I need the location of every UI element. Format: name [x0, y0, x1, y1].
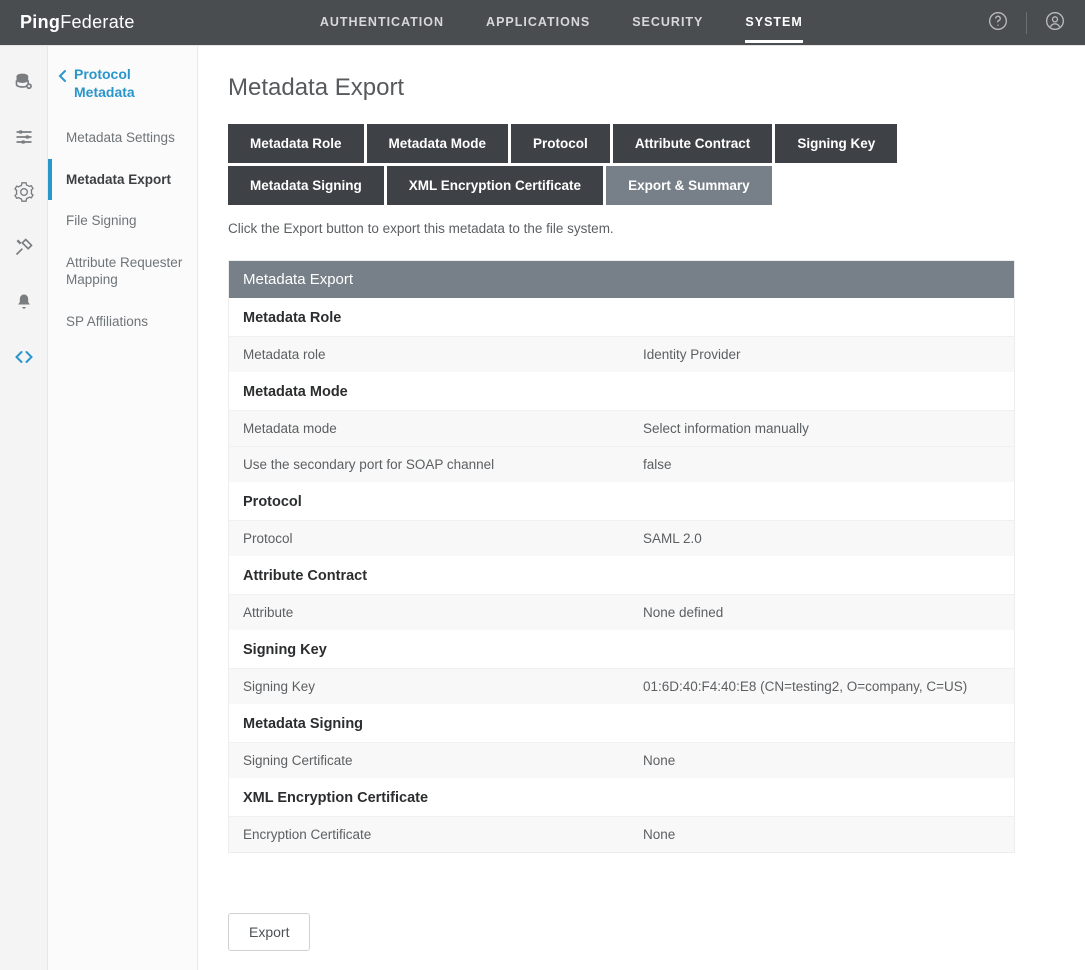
section-head: Metadata Signing	[229, 704, 1014, 742]
section-head: XML Encryption Certificate	[229, 778, 1014, 816]
summary-value: None	[643, 753, 1000, 768]
footer-actions: Export	[228, 913, 1015, 951]
sidebar-item-metadata-settings[interactable]: Metadata Settings	[48, 117, 197, 159]
summary-value: SAML 2.0	[643, 531, 1000, 546]
help-icon[interactable]	[988, 11, 1008, 34]
summary-value: None defined	[643, 605, 1000, 620]
top-bar: PingFederate AUTHENTICATION APPLICATIONS S…	[0, 0, 1085, 45]
brand-logo: PingFederate	[20, 12, 135, 33]
wizard-tab-metadata-mode[interactable]: Metadata Mode	[367, 124, 509, 163]
summary-value: false	[643, 457, 1000, 472]
section-head: Signing Key	[229, 630, 1014, 668]
summary-key: Use the secondary port for SOAP channel	[243, 457, 643, 472]
topnav-item-authentication[interactable]: AUTHENTICATION	[320, 2, 444, 43]
wizard-tab-xml-encryption-certificate[interactable]: XML Encryption Certificate	[387, 166, 603, 205]
summary-row: ProtocolSAML 2.0	[229, 520, 1014, 556]
section-head: Protocol	[229, 482, 1014, 520]
sliders-icon[interactable]	[14, 127, 34, 150]
summary-key: Encryption Certificate	[243, 827, 643, 842]
summary-row: Encryption CertificateNone	[229, 816, 1014, 852]
sidebar-item-sp-affiliations[interactable]: SP Affiliations	[48, 301, 197, 343]
summary-value: None	[643, 827, 1000, 842]
sidebar: Protocol Metadata Metadata SettingsMetad…	[48, 46, 198, 970]
summary-value: 01:6D:40:F4:40:E8 (CN=testing2, O=compan…	[643, 679, 1000, 694]
chevron-left-icon	[58, 69, 68, 83]
wizard-tabs: Metadata RoleMetadata ModeProtocolAttrib…	[228, 124, 1015, 205]
topnav-item-security[interactable]: SECURITY	[632, 2, 703, 43]
export-button[interactable]: Export	[228, 913, 310, 951]
summary-key: Protocol	[243, 531, 643, 546]
summary-row: Use the secondary port for SOAP channelf…	[229, 446, 1014, 482]
summary-row: Signing Key01:6D:40:F4:40:E8 (CN=testing…	[229, 668, 1014, 704]
bell-icon[interactable]	[14, 292, 34, 315]
wizard-tab-protocol[interactable]: Protocol	[511, 124, 610, 163]
top-nav: AUTHENTICATION APPLICATIONS SECURITY SYSTEM	[135, 2, 988, 43]
main-content: Metadata Export Metadata RoleMetadata Mo…	[198, 46, 1085, 970]
top-icons	[988, 11, 1065, 34]
gear-icon[interactable]	[14, 182, 34, 205]
wizard-tab-metadata-role[interactable]: Metadata Role	[228, 124, 364, 163]
instruction-text: Click the Export button to export this m…	[228, 221, 1015, 236]
summary-row: Metadata roleIdentity Provider	[229, 336, 1014, 372]
summary-row: Metadata modeSelect information manually	[229, 410, 1014, 446]
icon-rail	[0, 46, 48, 970]
section-head: Metadata Mode	[229, 372, 1014, 410]
wizard-tab-signing-key[interactable]: Signing Key	[775, 124, 897, 163]
page-title: Metadata Export	[228, 74, 1015, 102]
section-head: Attribute Contract	[229, 556, 1014, 594]
user-icon[interactable]	[1045, 11, 1065, 34]
summary-key: Metadata mode	[243, 421, 643, 436]
breadcrumb-label: Protocol Metadata	[74, 66, 183, 101]
app-body: Protocol Metadata Metadata SettingsMetad…	[0, 45, 1085, 970]
summary-value: Identity Provider	[643, 347, 1000, 362]
summary-row: AttributeNone defined	[229, 594, 1014, 630]
summary-key: Signing Certificate	[243, 753, 643, 768]
wizard-tab-export-summary[interactable]: Export & Summary	[606, 166, 772, 205]
summary-table: Metadata Export Metadata RoleMetadata ro…	[228, 260, 1015, 853]
summary-value: Select information manually	[643, 421, 1000, 436]
summary-banner: Metadata Export	[229, 261, 1014, 298]
brand-light: Federate	[60, 12, 134, 32]
summary-row: Signing CertificateNone	[229, 742, 1014, 778]
section-head: Metadata Role	[229, 298, 1014, 336]
topnav-item-system[interactable]: SYSTEM	[745, 2, 802, 43]
topnav-item-applications[interactable]: APPLICATIONS	[486, 2, 590, 43]
sidebar-item-attribute-requester-mapping[interactable]: Attribute Requester Mapping	[48, 242, 197, 301]
tools-icon[interactable]	[14, 237, 34, 260]
breadcrumb-back[interactable]: Protocol Metadata	[48, 66, 197, 117]
brand-bold: Ping	[20, 12, 60, 32]
database-icon[interactable]	[14, 72, 34, 95]
sidebar-item-file-signing[interactable]: File Signing	[48, 200, 197, 242]
summary-key: Attribute	[243, 605, 643, 620]
code-icon[interactable]	[14, 347, 34, 370]
summary-key: Metadata role	[243, 347, 643, 362]
wizard-tab-metadata-signing[interactable]: Metadata Signing	[228, 166, 384, 205]
sidebar-item-metadata-export[interactable]: Metadata Export	[48, 159, 197, 201]
wizard-tab-attribute-contract[interactable]: Attribute Contract	[613, 124, 773, 163]
divider	[1026, 12, 1027, 34]
summary-key: Signing Key	[243, 679, 643, 694]
